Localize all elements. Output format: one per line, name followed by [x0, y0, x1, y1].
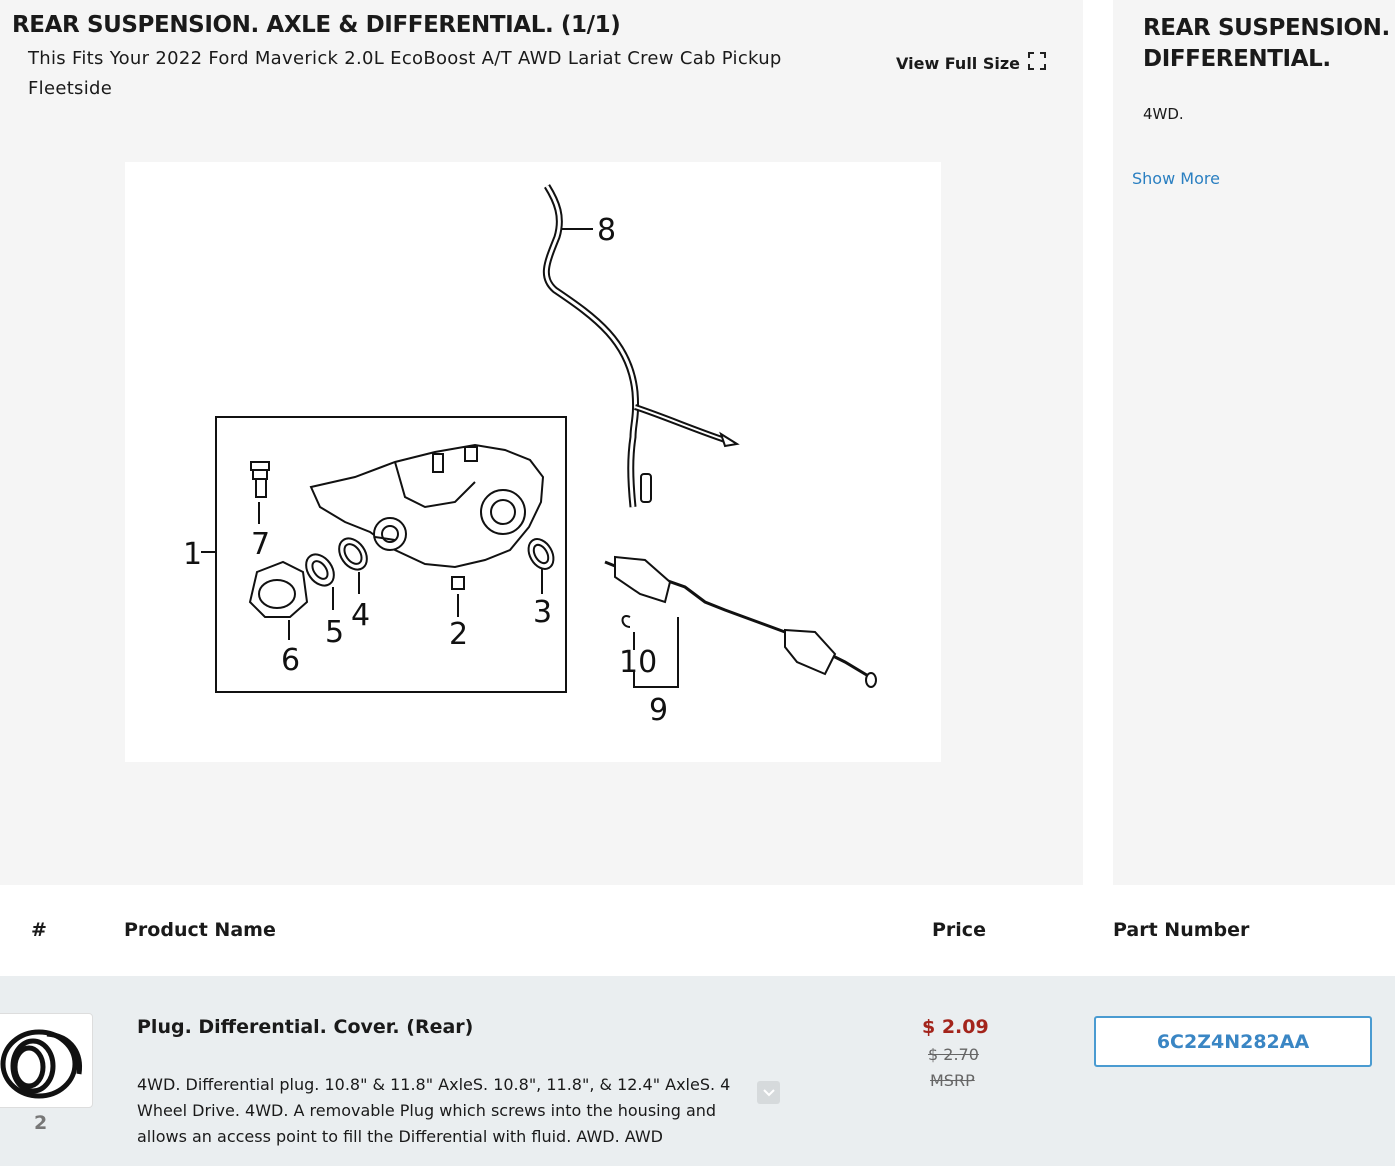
- column-header-part-number: Part Number: [1113, 919, 1250, 941]
- callout-5: 5: [325, 615, 344, 650]
- product-thumbnail[interactable]: [0, 1013, 93, 1108]
- column-header-num: #: [31, 919, 47, 941]
- side-title-line1: REAR SUSPENSION. AXLE &: [1143, 15, 1395, 41]
- row-number: 2: [34, 1112, 48, 1134]
- side-title: REAR SUSPENSION. AXLE & DIFFERENTIAL.: [1143, 13, 1395, 75]
- view-full-size-label: View Full Size: [896, 53, 1021, 73]
- expand-description-button[interactable]: [757, 1081, 780, 1104]
- callout-2: 2: [449, 617, 468, 652]
- column-header-price: Price: [932, 919, 986, 941]
- product-description: 4WD. Differential plug. 10.8" & 11.8" Ax…: [137, 1075, 731, 1146]
- vehicle-fitment: This Fits Your 2022 Ford Maverick 2.0L E…: [28, 48, 782, 99]
- fullscreen-icon: [1028, 52, 1047, 74]
- msrp-label: MSRP: [930, 1071, 975, 1090]
- parts-diagram[interactable]: 1 2 3 4 5 6 7 8 9 10: [125, 162, 941, 762]
- table-row[interactable]: 2 Plug. Differential. Cover. (Rear) 4WD.…: [0, 976, 1395, 1166]
- side-title-line2: DIFFERENTIAL.: [1143, 46, 1331, 72]
- sale-price: $ 2.09: [922, 1016, 989, 1038]
- callout-6: 6: [281, 643, 300, 678]
- callout-7: 7: [251, 527, 270, 562]
- product-name-link[interactable]: Plug. Differential. Cover. (Rear): [137, 1016, 473, 1038]
- diagram-panel: REAR SUSPENSION. AXLE & DIFFERENTIAL. (1…: [0, 0, 1083, 885]
- side-description: 4WD.: [1143, 105, 1184, 123]
- list-price: $ 2.70: [928, 1045, 979, 1064]
- show-more-link[interactable]: Show More: [1132, 169, 1220, 188]
- callout-1: 1: [183, 537, 202, 572]
- callout-8: 8: [597, 213, 616, 248]
- callout-9: 9: [649, 693, 668, 728]
- callout-4: 4: [351, 598, 370, 633]
- parts-table-header: # Product Name Price Part Number: [0, 885, 1395, 976]
- page-title: REAR SUSPENSION. AXLE & DIFFERENTIAL. (1…: [12, 12, 621, 38]
- view-full-size-button[interactable]: View Full Size: [896, 52, 1047, 74]
- chevron-down-icon: [762, 1088, 775, 1096]
- description-panel: REAR SUSPENSION. AXLE & DIFFERENTIAL. 4W…: [1113, 0, 1395, 885]
- callout-3: 3: [533, 595, 552, 630]
- part-number-button[interactable]: 6C2Z4N282AA: [1094, 1016, 1372, 1067]
- callout-10: 10: [619, 645, 657, 680]
- column-header-product-name: Product Name: [124, 919, 276, 941]
